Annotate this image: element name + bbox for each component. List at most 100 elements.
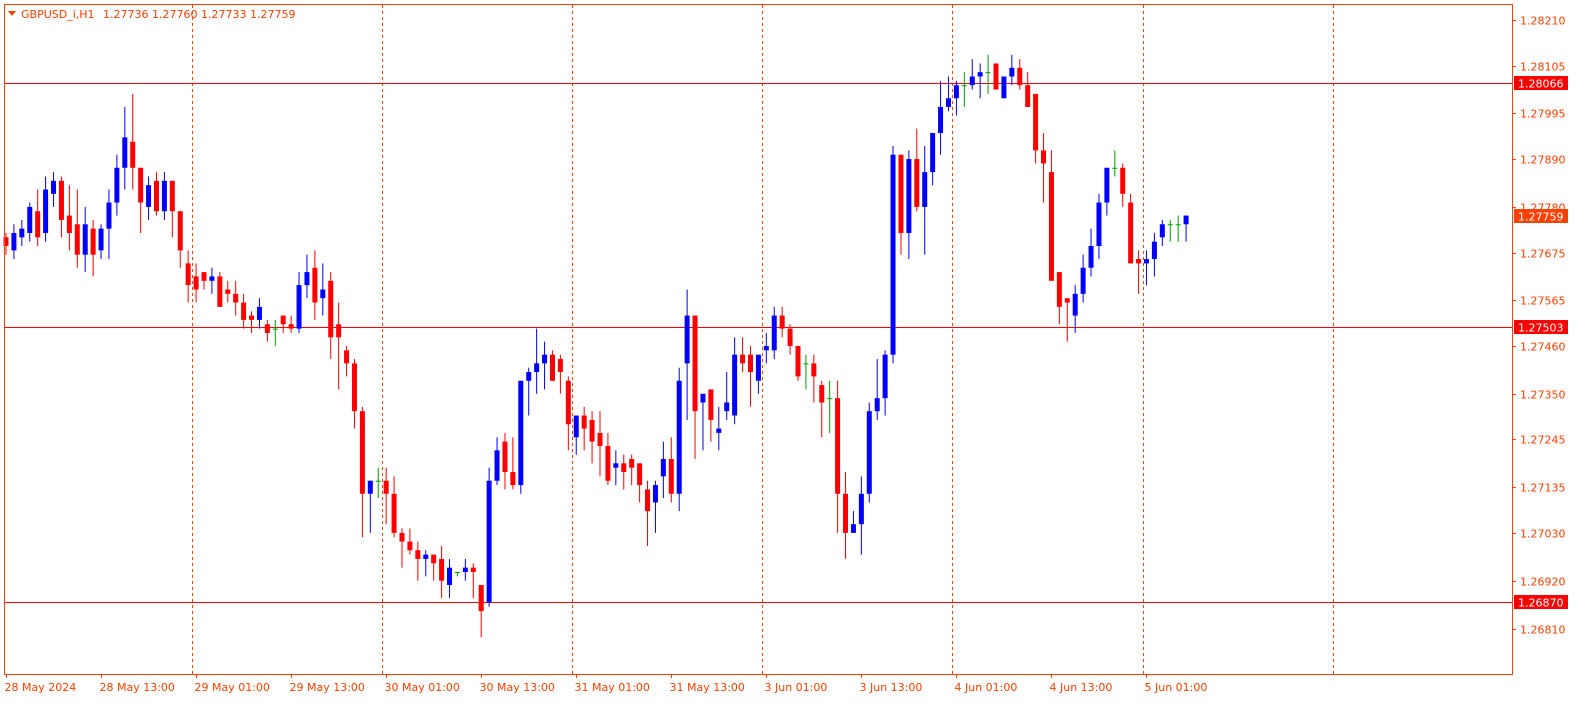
y-tick-label: 1.28105 [1520, 61, 1566, 74]
candle-body [415, 550, 421, 559]
candle-body [478, 585, 484, 612]
price-chart[interactable]: 1.282101.281051.279951.278901.277801.276… [0, 0, 1586, 709]
candle-body [843, 493, 849, 533]
candle-body [1104, 167, 1110, 203]
candle-body [961, 85, 967, 87]
candle-body [375, 480, 381, 482]
candle [993, 63, 999, 90]
candle-body [708, 389, 714, 420]
x-tick-label: 28 May 2024 [5, 681, 77, 694]
candle-body [637, 463, 643, 486]
candle-body [542, 354, 548, 364]
candle-body [771, 315, 777, 351]
candle-body [1001, 76, 1007, 99]
y-tick-label: 1.27135 [1520, 482, 1566, 495]
candle-body [779, 315, 785, 329]
candle-body [518, 380, 524, 486]
candle-body [1151, 241, 1157, 260]
candle-body [645, 489, 651, 512]
candle-body [526, 372, 532, 381]
candle-body [407, 541, 413, 551]
y-tick-label: 1.27675 [1520, 248, 1566, 261]
x-tick-label: 3 Jun 01:00 [765, 681, 828, 694]
candle-body [1009, 67, 1015, 77]
candle-body [241, 302, 247, 320]
y-tick-label: 1.27245 [1520, 434, 1566, 447]
candle-body [249, 315, 255, 320]
candle-body [74, 224, 80, 255]
candle-body [819, 385, 825, 403]
y-tick-label: 1.28210 [1520, 15, 1566, 28]
candle-body [676, 380, 682, 494]
candle-body [209, 276, 215, 281]
candle-body [106, 202, 112, 229]
candle-body [351, 363, 357, 412]
candle-body [320, 289, 326, 299]
candle-body [146, 185, 152, 207]
candle-body [1143, 259, 1149, 264]
candle-body [399, 532, 405, 542]
candle-body [827, 398, 833, 400]
candle-body [66, 215, 72, 233]
x-tick-label: 30 May 13:00 [480, 681, 555, 694]
candle-body [652, 485, 658, 503]
candle-body [470, 567, 476, 572]
candle-body [795, 345, 801, 377]
candle-body [660, 458, 666, 477]
candle-body [439, 558, 445, 581]
candle-body [1096, 202, 1102, 247]
candle-body [1080, 267, 1086, 294]
candle-body [668, 458, 674, 494]
chart-window[interactable]: 1.28210 1.28105 1.27995 1.27890 1.27780 1.276… [0, 0, 1586, 709]
x-tick-label: 29 May 13:00 [290, 681, 365, 694]
candle-body [1175, 224, 1181, 226]
candle-body [423, 554, 429, 559]
candle-body [692, 315, 698, 412]
candle-body [447, 567, 453, 586]
candle-body [344, 350, 350, 364]
candle-body [454, 571, 460, 573]
ohlc-label: 1.27736 1.27760 1.27733 1.27759 [103, 8, 295, 21]
candle [890, 146, 896, 364]
candle-body [328, 280, 334, 338]
candle-body [1025, 85, 1031, 107]
candle-body [1072, 293, 1078, 316]
candle-body [850, 524, 856, 533]
candle-body [898, 154, 904, 233]
level-price-label: 1.26870 [1518, 597, 1564, 610]
candle-body [740, 354, 746, 364]
candle-body [193, 276, 199, 290]
candle-body [835, 398, 841, 494]
y-tick-label: 1.27890 [1520, 154, 1566, 167]
x-tick-label: 5 Jun 01:00 [1145, 681, 1208, 694]
candle-body [304, 272, 310, 286]
candle [1128, 193, 1134, 264]
x-tick-label: 30 May 01:00 [385, 681, 460, 694]
candle [486, 467, 492, 607]
candle-body [1041, 150, 1047, 164]
candle-body [510, 472, 516, 486]
candle-body [922, 172, 928, 207]
candle-body [953, 85, 959, 99]
candle [518, 380, 524, 494]
y-tick-label: 1.27565 [1520, 295, 1566, 308]
candle-body [1056, 272, 1062, 307]
candle-body [930, 133, 936, 173]
candle-body [462, 567, 468, 572]
candle-body [296, 285, 302, 329]
candle-body [256, 306, 262, 320]
candle-body [1064, 298, 1070, 303]
candle-body [336, 324, 342, 338]
candle-body [1112, 167, 1118, 169]
candle-body [621, 463, 627, 473]
candle [795, 345, 801, 381]
level-price-label: 1.28066 [1518, 78, 1564, 91]
candle-body [1183, 215, 1189, 225]
candle-body [264, 324, 270, 333]
candle-body [431, 554, 437, 564]
candle-body [201, 272, 207, 281]
candle-body [565, 380, 571, 425]
current-price-label: 1.27759 [1518, 211, 1564, 224]
candle-body [755, 354, 761, 381]
candle-body [581, 415, 587, 429]
